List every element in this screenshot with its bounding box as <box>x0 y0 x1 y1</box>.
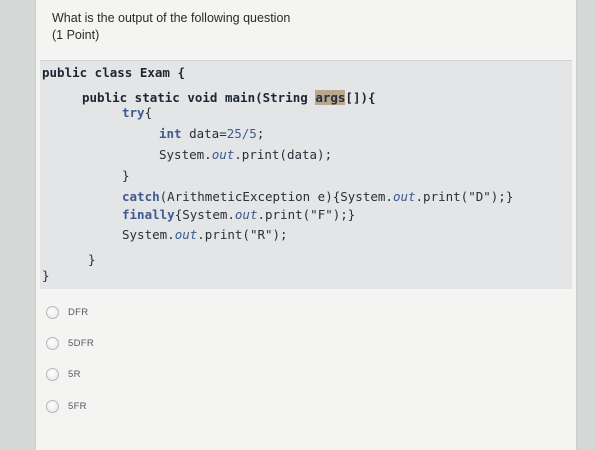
code-text: main(String <box>217 90 316 105</box>
option-label: DFR <box>68 306 89 318</box>
code-text: .print(data); <box>234 147 333 162</box>
code-text: } <box>88 252 96 267</box>
radio-button[interactable] <box>46 367 59 381</box>
code-text: Exam { <box>132 65 185 80</box>
code-keyword: int <box>159 126 182 141</box>
code-text: (ArithmeticException e){System. <box>159 189 393 204</box>
code-line-int: int data=25/5; <box>159 126 264 142</box>
code-keyword: public class <box>42 65 133 80</box>
code-keyword: try <box>122 105 145 120</box>
option-dfr[interactable]: DFR <box>46 302 88 322</box>
option-5fr[interactable]: 5FR <box>46 396 87 416</box>
code-line-try: try{ <box>122 105 152 121</box>
code-text: .print("F");} <box>257 207 356 222</box>
code-line-close-try: } <box>122 168 130 184</box>
code-text: { <box>144 105 153 120</box>
code-text: []){ <box>345 90 376 105</box>
option-5r[interactable]: 5R <box>46 364 81 384</box>
radio-button[interactable] <box>46 305 59 319</box>
code-line-class: public class Exam { <box>42 65 185 81</box>
radio-button[interactable] <box>46 336 59 350</box>
code-field: out <box>211 147 235 162</box>
code-field: out <box>174 227 198 242</box>
code-keyword: finally <box>122 207 175 222</box>
code-field: out <box>392 189 416 204</box>
question-header: What is the output of the following ques… <box>52 10 290 44</box>
option-label: 5R <box>68 368 81 380</box>
code-keyword: catch <box>122 189 160 204</box>
code-line-catch: catch(ArithmeticException e){System.out.… <box>122 189 513 205</box>
code-line-print-data: System.out.print(data); <box>159 147 332 163</box>
code-highlight: args <box>315 90 346 105</box>
code-text: {System. <box>174 207 235 222</box>
code-text: } <box>122 168 130 183</box>
code-text: .print("D");} <box>415 189 514 204</box>
code-text: data= <box>181 126 227 141</box>
code-line-close-class: } <box>42 268 50 284</box>
radio-button[interactable] <box>46 399 59 413</box>
code-text: } <box>42 268 50 283</box>
question-points: (1 Point) <box>52 28 100 42</box>
code-line-main: public static void main(String args[]){ <box>82 90 376 106</box>
option-label: 5DFR <box>68 337 95 349</box>
code-number: 25/5 <box>226 126 257 141</box>
question-title: What is the output of the following ques… <box>52 11 291 25</box>
code-line-finally: finally{System.out.print("F");} <box>122 207 355 223</box>
code-text: ; <box>256 126 265 141</box>
option-label: 5FR <box>68 400 87 412</box>
code-field: out <box>234 207 258 222</box>
code-line-close-main: } <box>88 252 96 268</box>
option-5dfr[interactable]: 5DFR <box>46 333 94 353</box>
code-keyword: public static void <box>82 90 218 105</box>
code-text: .print("R"); <box>197 227 288 242</box>
code-line-print-r: System.out.print("R"); <box>122 227 288 243</box>
code-text: System. <box>159 147 212 162</box>
code-text: System. <box>122 227 175 242</box>
